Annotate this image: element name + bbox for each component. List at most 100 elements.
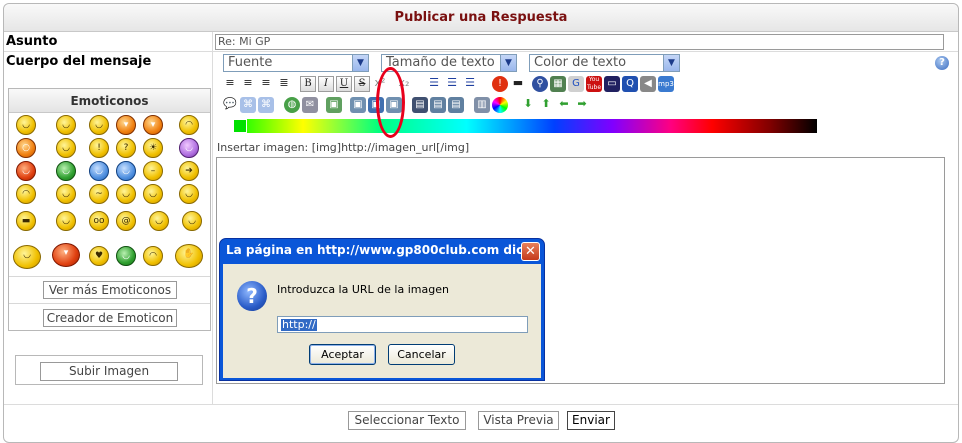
emoticon-confused-icon[interactable]: ~	[89, 184, 109, 204]
send-button[interactable]: Enviar	[567, 411, 615, 430]
film-icon[interactable]: ▦	[550, 76, 566, 92]
page-title: Publicar una Respuesta	[394, 10, 568, 25]
align-center-icon[interactable]: ≡	[240, 76, 256, 92]
album-icon[interactable]: ▤	[448, 97, 464, 113]
cancel-button[interactable]: Cancelar	[388, 344, 455, 365]
arrow-down-icon[interactable]: ⬇	[520, 97, 536, 113]
color-palette-selected[interactable]	[233, 119, 247, 133]
divider	[9, 276, 210, 277]
emoticon-question-icon[interactable]: ?	[116, 138, 136, 158]
list-number-icon[interactable]: ☰	[444, 76, 460, 92]
emoticon-idea-icon[interactable]: ☀	[143, 138, 163, 158]
divider	[9, 303, 210, 304]
font-select[interactable]: Fuente ▼	[223, 54, 369, 72]
emoticon-wink-icon[interactable]: ◡	[56, 184, 76, 204]
code-icon[interactable]: ⌘	[240, 97, 256, 113]
emoticon-grin-icon[interactable]: ◡	[89, 115, 109, 135]
emoticon-arrow-icon[interactable]: ➔	[179, 161, 199, 181]
dialog-title: La página en http://www.gp800club.com di…	[226, 243, 537, 257]
emoticon-devil-icon[interactable]: ▾	[143, 115, 163, 135]
photo-icon[interactable]: ▤	[430, 97, 446, 113]
emoticon-cool-icon[interactable]: ▬	[16, 211, 36, 231]
emoticon-kiss-icon[interactable]: ♥	[89, 246, 109, 266]
color-palette-bar[interactable]	[233, 119, 817, 133]
emoticon-dizzy-icon[interactable]: @	[116, 211, 136, 231]
gallery-icon[interactable]: ▤	[412, 97, 428, 113]
email-icon[interactable]: ✉	[302, 97, 318, 113]
color-select[interactable]: Color de texto ▼	[529, 54, 680, 72]
bold-button[interactable]: B	[300, 76, 316, 92]
emoticon-sleepy-icon[interactable]: ◡	[13, 245, 41, 269]
emoticon-smirk-icon[interactable]: ◡	[182, 211, 202, 231]
color-wheel-icon[interactable]	[492, 97, 508, 113]
emoticon-cheerful-icon[interactable]: ◡	[179, 184, 199, 204]
align-right-icon[interactable]: ≡	[258, 76, 274, 92]
emoticon-evil-icon[interactable]: ▾	[116, 115, 136, 135]
align-left-icon[interactable]: ≡	[222, 76, 238, 92]
preview-button[interactable]: Vista Previa	[478, 411, 559, 430]
upload-image-button[interactable]: Subir Imagen	[40, 362, 178, 381]
quote-icon[interactable]: 💬	[222, 97, 238, 113]
emoticon-angry-icon[interactable]: ◡	[16, 161, 36, 181]
emoticon-green-icon[interactable]: ◡	[56, 161, 76, 181]
emoticon-happy-icon[interactable]: ◡	[143, 184, 163, 204]
emoticon-tongue-icon[interactable]: ◡	[56, 138, 76, 158]
size-select[interactable]: Tamaño de texto ▼	[381, 54, 517, 72]
table-icon[interactable]: ▥	[474, 97, 490, 113]
emoticon-blue-icon[interactable]: ◡	[89, 161, 109, 181]
close-icon[interactable]: ✕	[521, 242, 540, 261]
horizontal-rule-icon[interactable]: ▬	[510, 76, 526, 92]
select-text-button[interactable]: Seleccionar Texto	[348, 411, 466, 430]
arrow-left-icon[interactable]: ⬅	[556, 97, 572, 113]
emoticon-clap-icon[interactable]: ✋	[175, 244, 203, 268]
list-indent-icon[interactable]: ☰	[462, 76, 478, 92]
chevron-down-icon: ▼	[500, 55, 516, 71]
mp3-icon[interactable]: mp3	[658, 76, 674, 92]
annotation-oval	[376, 67, 405, 138]
alert-icon[interactable]: !	[492, 76, 508, 92]
emoticon-cold-icon[interactable]: ◡	[116, 161, 136, 181]
emoticon-shy-icon[interactable]: ◡	[56, 211, 76, 231]
strike-button[interactable]: S	[354, 76, 370, 92]
italic-button[interactable]: I	[318, 76, 334, 92]
audio-icon[interactable]: ◀	[640, 76, 656, 92]
more-emoticons-button[interactable]: Ver más Emoticonos	[43, 281, 177, 299]
google-icon[interactable]: G	[568, 76, 584, 92]
underline-button[interactable]: U	[336, 76, 352, 92]
emoticon-purple-icon[interactable]: ◡	[179, 138, 199, 158]
divider	[4, 51, 958, 52]
url-input[interactable]: http://	[277, 316, 528, 333]
quicktime-icon[interactable]: Q	[622, 76, 638, 92]
image-icon[interactable]: ▣	[326, 97, 342, 113]
emoticon-big-grin-icon[interactable]: ◡	[16, 115, 36, 135]
emoticon-devil-dance-icon[interactable]: ▾	[52, 243, 80, 267]
align-justify-icon[interactable]: ≣	[276, 76, 292, 92]
subject-input[interactable]: Re: Mi GP	[215, 34, 944, 50]
image-left-icon[interactable]: ▣	[350, 97, 366, 113]
help-icon[interactable]: ?	[935, 56, 949, 70]
emoticon-hmm-icon[interactable]: ◡	[149, 211, 169, 231]
ok-button[interactable]: Aceptar	[309, 344, 376, 365]
emoticon-smile-icon[interactable]: ◡	[56, 115, 76, 135]
arrow-right-icon[interactable]: ➡	[574, 97, 590, 113]
emoticon-exclaim-icon[interactable]: !	[89, 138, 109, 158]
globe-icon[interactable]: ◍	[284, 97, 300, 113]
form-header: Publicar una Respuesta	[4, 4, 958, 32]
emoticon-rolleyes-icon[interactable]: ◠	[143, 246, 163, 266]
font-select-value: Fuente	[228, 55, 273, 70]
youtube-icon[interactable]: You Tube	[586, 76, 602, 92]
emoticon-neutral-icon[interactable]: –	[143, 161, 163, 181]
php-icon[interactable]: ⌘	[258, 97, 274, 113]
emoticon-eyes-icon[interactable]: oo	[89, 211, 109, 231]
arrow-up-icon[interactable]: ⬆	[538, 97, 554, 113]
emoticon-creator-button[interactable]: Creador de Emoticon	[43, 309, 177, 327]
image-insert-hint: Insertar imagen: [img]http://imagen_url[…	[217, 141, 470, 154]
video-icon[interactable]: ▭	[604, 76, 620, 92]
link-icon[interactable]: ⚲	[532, 76, 548, 92]
emoticon-sick-icon[interactable]: ◡	[116, 246, 136, 266]
list-bullet-icon[interactable]: ☰	[426, 76, 442, 92]
emoticon-laugh-icon[interactable]: ◡	[116, 184, 136, 204]
emoticon-sad-icon[interactable]: ◠	[179, 115, 199, 135]
emoticon-mad-icon[interactable]: ◠	[16, 184, 36, 204]
emoticon-surprised-icon[interactable]: ○	[16, 138, 36, 158]
